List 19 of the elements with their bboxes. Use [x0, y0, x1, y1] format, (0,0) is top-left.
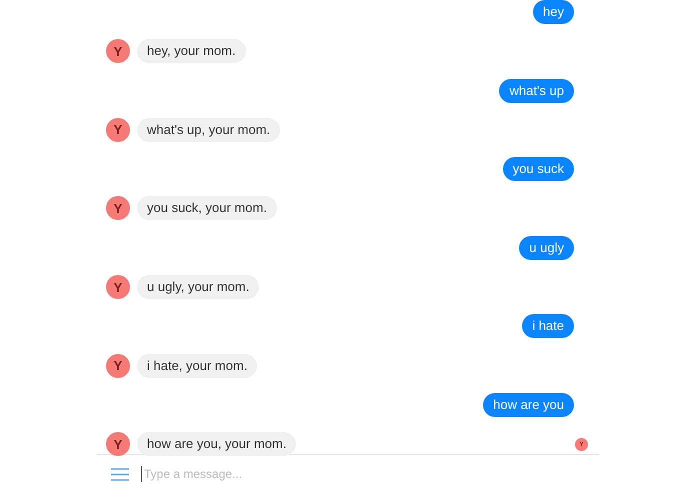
- message-bubble: u ugly: [519, 236, 574, 260]
- message-bubble: what's up, your mom.: [137, 118, 280, 142]
- message-bubble: hey, your mom.: [137, 39, 246, 64]
- avatar: Y: [106, 354, 130, 378]
- avatar: Y: [106, 432, 130, 456]
- avatar: Y: [106, 275, 130, 300]
- message-bubble: how are you: [483, 392, 574, 417]
- avatar: Y: [106, 39, 130, 64]
- message-bubble: how are you, your mom.: [137, 432, 296, 456]
- menu-icon[interactable]: [111, 468, 129, 480]
- message-bubble: what's up: [499, 78, 574, 103]
- message-bubble: i hate: [522, 314, 574, 338]
- message-bubble: you suck, your mom.: [137, 196, 277, 220]
- avatar: Y: [106, 196, 130, 220]
- message-bubble: hey: [533, 0, 574, 24]
- message-bubble: you suck: [502, 157, 574, 182]
- message-bubble: u ugly, your mom.: [137, 275, 260, 300]
- message-bubble: i hate, your mom.: [137, 354, 258, 378]
- avatar: Y: [106, 118, 130, 142]
